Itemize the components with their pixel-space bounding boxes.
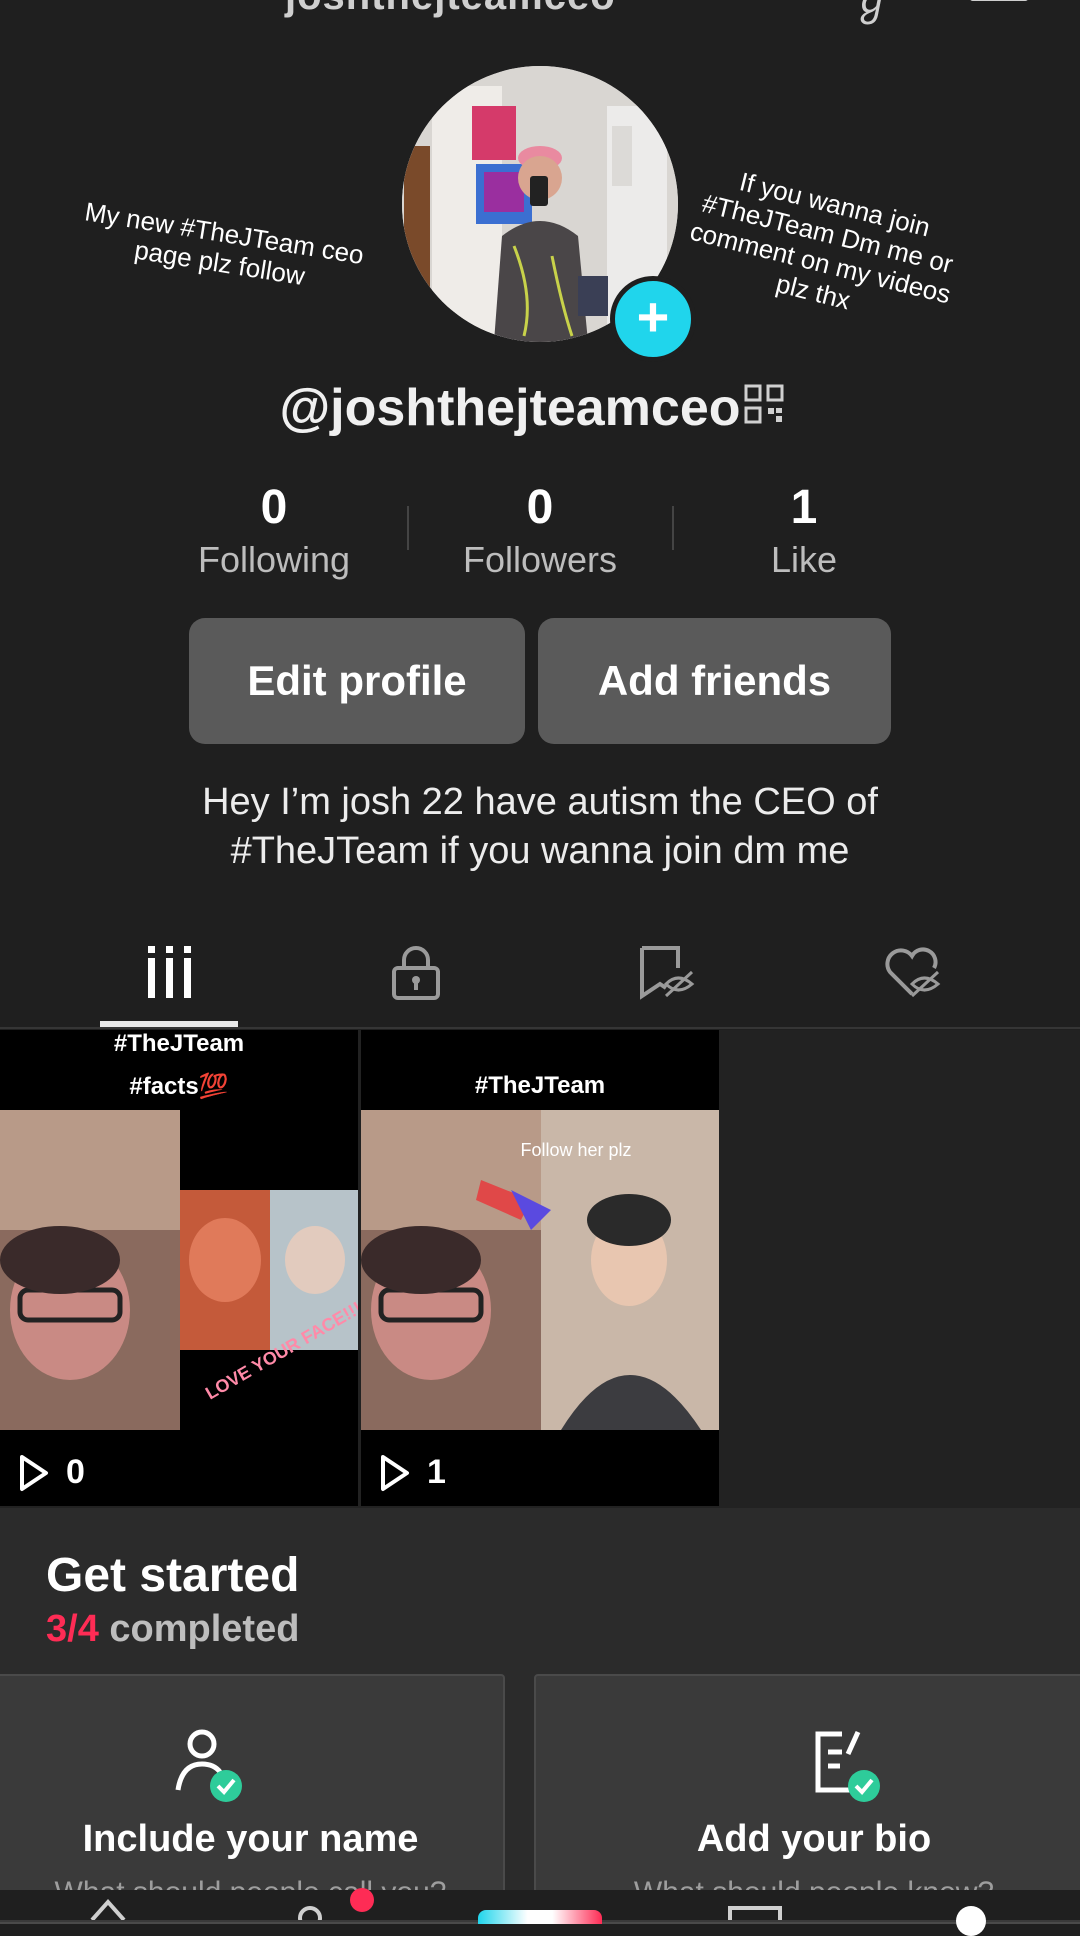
- edit-profile-button[interactable]: Edit profile: [189, 618, 525, 744]
- person-check-icon: [175, 1729, 242, 1802]
- friends-icon[interactable]: [292, 1890, 332, 1920]
- profile-bio: Hey I’m josh 22 have autism the CEO of #…: [0, 778, 1080, 877]
- profile-username: @joshthejteamceo: [0, 378, 1080, 438]
- get-started-title: Get started: [46, 1549, 300, 1602]
- stat-likes[interactable]: 1 Like: [674, 481, 934, 581]
- video-caption: #facts💯: [129, 1073, 229, 1100]
- videos-grid-icon[interactable]: [140, 942, 200, 1002]
- qr-code-icon[interactable]: [744, 384, 784, 424]
- stat-followers[interactable]: 0 Followers: [410, 481, 670, 581]
- create-button[interactable]: [478, 1910, 602, 1924]
- bio-edit-check-icon: [815, 1730, 880, 1802]
- stat-following-label: Following: [197, 538, 351, 580]
- get-started-progress: 3/4 completed: [46, 1608, 299, 1651]
- hamburger-icon[interactable]: [970, 0, 1028, 1]
- play-icon: [381, 1454, 409, 1491]
- stat-following[interactable]: 0 Following: [144, 481, 404, 581]
- video-view-count: 0: [66, 1453, 85, 1491]
- sticker-right: If you wanna join #TheJTeam Dm me or com…: [687, 166, 957, 316]
- card-add-bio[interactable]: Add your bio What should people know?: [534, 1674, 1080, 1924]
- stat-following-value: 0: [260, 481, 288, 534]
- stat-followers-value: 0: [526, 481, 554, 534]
- card-title: Include your name: [82, 1818, 419, 1860]
- tabbar-divider: [0, 1027, 1080, 1029]
- bookmark-hidden-icon[interactable]: [636, 942, 696, 1002]
- notification-dot: [350, 1888, 374, 1912]
- add-avatar-button[interactable]: +: [610, 276, 696, 362]
- progress-done: 3/4: [46, 1608, 99, 1650]
- progress-label: completed: [109, 1608, 300, 1650]
- video-views: 0: [18, 1453, 85, 1492]
- liked-hidden-icon[interactable]: [882, 942, 942, 1002]
- plus-icon: +: [636, 285, 670, 348]
- add-friends-button[interactable]: Add friends: [538, 618, 891, 744]
- card-include-name[interactable]: Include your name What should people cal…: [0, 1674, 505, 1924]
- video-views: 1: [379, 1453, 446, 1492]
- play-icon: [20, 1454, 48, 1491]
- lock-icon[interactable]: [386, 942, 446, 1002]
- stat-likes-label: Like: [770, 538, 838, 580]
- video-overlay-text: Follow her plz: [520, 1140, 632, 1160]
- video-tile[interactable]: #TheJTeam Follow her plz 1: [361, 1030, 719, 1506]
- home-icon[interactable]: [88, 1890, 128, 1920]
- stat-likes-value: 1: [790, 481, 818, 534]
- inbox-icon[interactable]: [728, 1906, 782, 1920]
- video-caption: #TheJTeam: [113, 1030, 245, 1057]
- profile-icon[interactable]: [956, 1906, 986, 1936]
- handle-icon[interactable]: ℊ: [852, 0, 892, 26]
- bottom-nav: [0, 1888, 1080, 1936]
- card-title: Add your bio: [696, 1818, 932, 1860]
- bio-line-2: #TheJTeam if you wanna join dm me: [230, 830, 850, 873]
- video-caption: #TheJTeam: [474, 1072, 606, 1099]
- profile-username-text: @joshthejteamceo: [279, 379, 741, 437]
- bio-line-1: Hey I’m josh 22 have autism the CEO of: [202, 781, 878, 823]
- video-tile[interactable]: #TheJTeam #facts💯 LOVE YOUR FACE!!!!! 0: [0, 1030, 358, 1506]
- video-thumbnail: LOVE YOUR FACE!!!!!: [0, 1110, 358, 1430]
- header-username[interactable]: joshthejteamceo: [285, 0, 616, 19]
- sticker-left: My new #TheJTeam ceo page plz follow: [82, 196, 366, 292]
- stat-divider: [407, 506, 409, 550]
- video-view-count: 1: [427, 1453, 446, 1491]
- stat-followers-label: Followers: [462, 538, 618, 580]
